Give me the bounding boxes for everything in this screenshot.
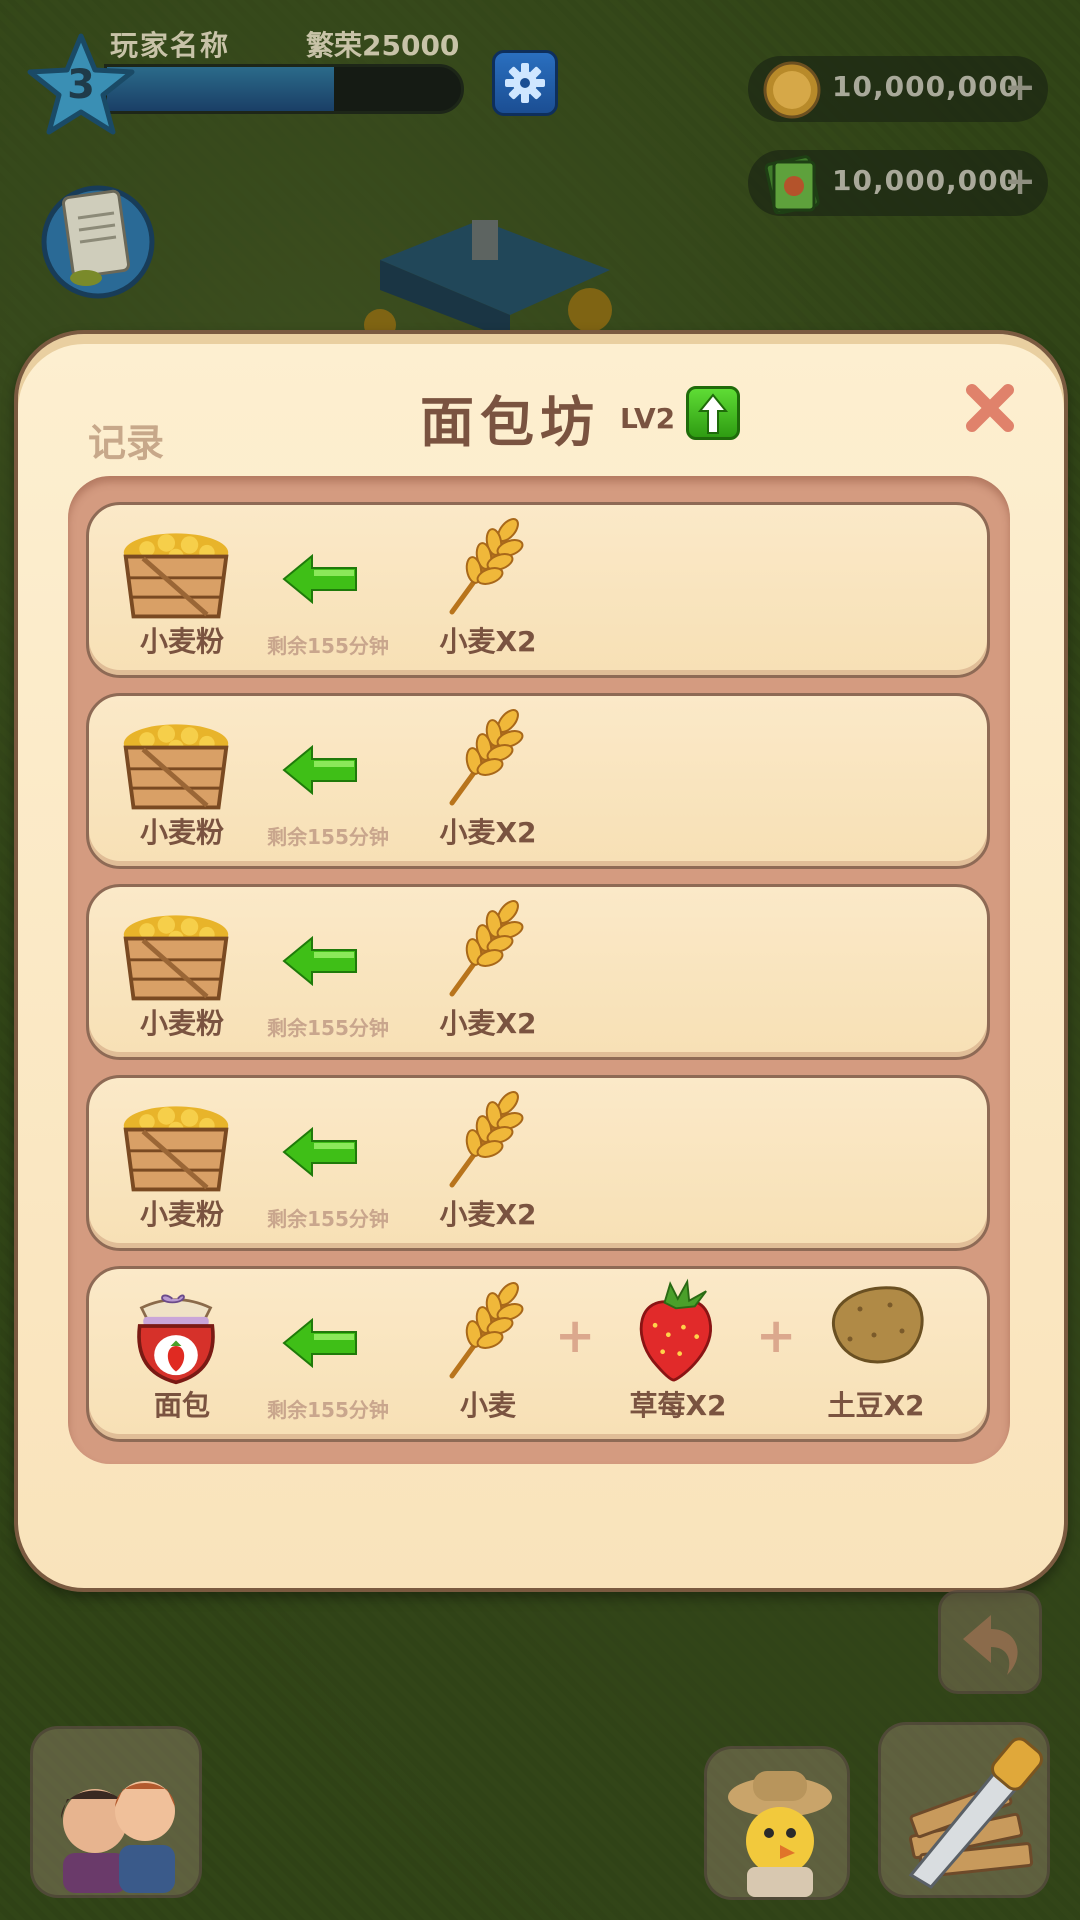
ingredient-label: 草莓X2 xyxy=(629,1389,727,1422)
ingredient-label: 小麦 xyxy=(459,1389,516,1422)
time-remaining: 剩余155分钟 xyxy=(267,825,389,849)
merchant-button[interactable] xyxy=(704,1746,850,1900)
product-name: 小麦粉 xyxy=(139,1007,224,1040)
flour-crate-icon xyxy=(118,713,234,817)
strawberry-jam-jar-icon xyxy=(118,1286,234,1390)
coin-amount: 10,000,000 xyxy=(832,70,1020,103)
wheat-icon xyxy=(440,514,530,622)
plus-icon: + xyxy=(555,1308,596,1364)
flour-crate-icon xyxy=(118,904,234,1008)
player-level: 3 xyxy=(67,62,95,108)
arrow-up-icon xyxy=(698,393,728,434)
arrow-left-icon xyxy=(282,744,357,796)
cash-icon xyxy=(764,155,820,214)
record-tab[interactable]: 记录 xyxy=(88,412,164,467)
ingredient-label: 小麦X2 xyxy=(439,1007,537,1040)
ingredient-label: 土豆X2 xyxy=(827,1389,925,1422)
friends-button[interactable] xyxy=(30,1726,202,1898)
coin-icon xyxy=(763,61,821,119)
wheat-icon xyxy=(440,1087,530,1195)
arrow-left-icon xyxy=(282,1317,358,1372)
add-cash-button[interactable]: + xyxy=(1000,156,1040,206)
potato-icon xyxy=(820,1278,930,1374)
arrow-left-icon xyxy=(282,1317,357,1369)
saw-and-planks-icon xyxy=(908,1737,1043,1889)
tools-button[interactable] xyxy=(878,1722,1050,1898)
strawberry-icon xyxy=(626,1278,722,1386)
gear-icon xyxy=(505,63,545,103)
friends-portrait-icon xyxy=(61,1781,175,1893)
chicken-merchant-icon xyxy=(728,1771,832,1897)
prosperity-value: 繁荣25000 xyxy=(306,29,460,62)
flour-crate-icon xyxy=(118,522,234,626)
arrow-left-icon xyxy=(282,553,357,605)
wheat-icon xyxy=(440,896,530,1004)
product-name: 小麦粉 xyxy=(139,1198,224,1231)
player-name: 玩家名称 xyxy=(110,29,231,62)
time-remaining: 剩余155分钟 xyxy=(267,1398,389,1422)
arrow-left-icon xyxy=(282,744,358,799)
product-name: 小麦粉 xyxy=(139,816,224,849)
time-remaining: 剩余155分钟 xyxy=(267,1207,389,1231)
upgrade-button[interactable] xyxy=(686,386,740,440)
xp-progress-bar xyxy=(104,64,464,114)
close-icon[interactable] xyxy=(962,380,1018,436)
cash-amount: 10,000,000 xyxy=(832,164,1020,197)
xp-progress-fill xyxy=(107,67,334,111)
dialog-title: 面包坊 xyxy=(420,391,600,454)
ingredient-label: 小麦X2 xyxy=(439,625,537,658)
arrow-left-icon xyxy=(282,1126,358,1181)
quest-scroll-button[interactable] xyxy=(38,180,158,300)
ingredient-label: 小麦X2 xyxy=(439,816,537,849)
arrow-left-icon xyxy=(282,1126,357,1178)
back-arrow-icon xyxy=(963,1615,1018,1675)
arrow-left-icon xyxy=(282,553,358,608)
time-remaining: 剩余155分钟 xyxy=(267,634,389,658)
arrow-left-icon xyxy=(282,935,358,990)
time-remaining: 剩余155分钟 xyxy=(267,1016,389,1040)
cash-counter: 10,000,000 + xyxy=(748,150,1048,216)
flour-crate-icon xyxy=(118,1095,234,1199)
product-name: 小麦粉 xyxy=(139,625,224,658)
wheat-icon xyxy=(440,1278,530,1386)
plus-icon: + xyxy=(756,1308,797,1364)
arrow-left-icon xyxy=(282,935,357,987)
back-button[interactable] xyxy=(938,1590,1042,1694)
product-name: 面包 xyxy=(153,1389,210,1422)
coin-counter: 10,000,000 + xyxy=(748,56,1048,122)
add-coins-button[interactable]: + xyxy=(1000,62,1040,112)
ingredient-label: 小麦X2 xyxy=(439,1198,537,1231)
building-level: LV2 xyxy=(620,402,676,435)
settings-button[interactable] xyxy=(492,50,558,116)
wheat-icon xyxy=(440,705,530,813)
